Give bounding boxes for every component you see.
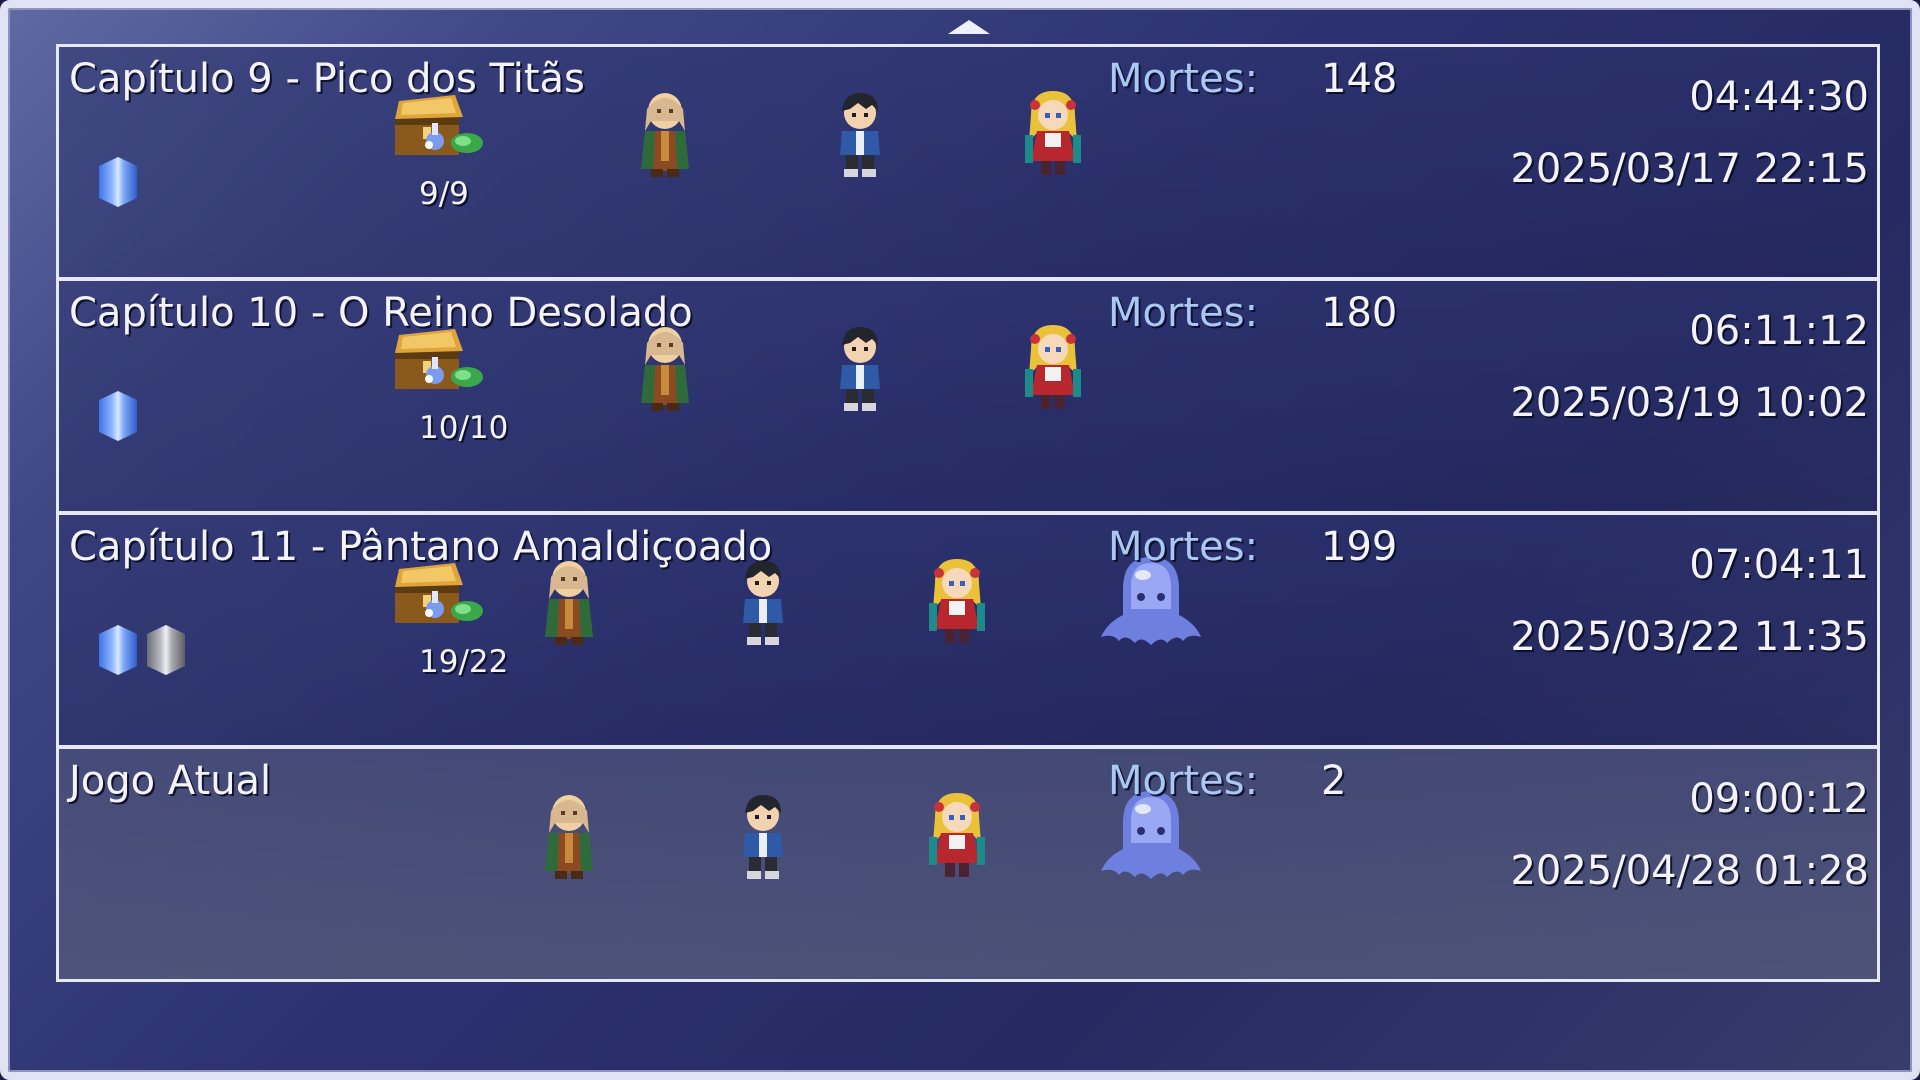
save-slot-chapter-9[interactable]: Capítulo 9 - Pico dos Titãs 9/9 Mortes: … (56, 44, 1880, 280)
bald-sage-sprite (633, 325, 697, 413)
bald-sage-sprite (537, 559, 601, 647)
deaths-label: Mortes: (1108, 524, 1259, 570)
deaths-value: 148 (1321, 56, 1398, 102)
blonde-girl-sprite (925, 793, 989, 881)
dark-haired-boy-sprite (828, 91, 892, 179)
gray-crystal-icon (147, 625, 185, 675)
save-slot-current-game[interactable]: Jogo Atual Mortes: 2 09:00:12 2025/04/28… (56, 746, 1880, 982)
save-file-window: Capítulo 9 - Pico dos Titãs 9/9 Mortes: … (0, 0, 1920, 1080)
slot-title: Capítulo 9 - Pico dos Titãs (69, 56, 585, 102)
save-date: 2025/04/28 01:28 (1510, 848, 1869, 894)
blue-crystal-icon (99, 391, 137, 441)
bald-sage-sprite (633, 91, 697, 179)
deaths-label: Mortes: (1108, 758, 1259, 804)
slot-title: Capítulo 10 - O Reino Desolado (69, 290, 693, 336)
deaths-value: 180 (1321, 290, 1398, 336)
blonde-girl-sprite (1021, 325, 1085, 413)
chest-count: 10/10 (419, 410, 509, 446)
deaths-value: 199 (1321, 524, 1398, 570)
slot-title: Jogo Atual (69, 758, 272, 804)
save-date: 2025/03/22 11:35 (1510, 614, 1869, 660)
bald-sage-sprite (537, 793, 601, 881)
play-time: 09:00:12 (1689, 776, 1869, 822)
dark-haired-boy-sprite (731, 793, 795, 881)
save-slot-chapter-10[interactable]: Capítulo 10 - O Reino Desolado 10/10 Mor… (56, 278, 1880, 514)
blonde-girl-sprite (1021, 91, 1085, 179)
deaths-label: Mortes: (1108, 56, 1259, 102)
dark-haired-boy-sprite (828, 325, 892, 413)
play-time: 07:04:11 (1689, 542, 1869, 588)
scroll-up-icon[interactable] (948, 20, 990, 34)
treasure-chest-icon (389, 561, 485, 633)
chest-count: 19/22 (419, 644, 509, 680)
blue-crystal-icon (99, 157, 137, 207)
deaths-label: Mortes: (1108, 290, 1259, 336)
play-time: 06:11:12 (1689, 308, 1869, 354)
play-time: 04:44:30 (1689, 74, 1869, 120)
blonde-girl-sprite (925, 559, 989, 647)
treasure-chest-icon (389, 93, 485, 165)
dark-haired-boy-sprite (731, 559, 795, 647)
blue-crystal-icon (99, 625, 137, 675)
save-date: 2025/03/19 10:02 (1510, 380, 1869, 426)
save-slot-chapter-11[interactable]: Capítulo 11 - Pântano Amaldiçoado 19/22 … (56, 512, 1880, 748)
treasure-chest-icon (389, 327, 485, 399)
deaths-value: 2 (1321, 758, 1347, 804)
save-date: 2025/03/17 22:15 (1510, 146, 1869, 192)
chest-count: 9/9 (419, 176, 469, 212)
